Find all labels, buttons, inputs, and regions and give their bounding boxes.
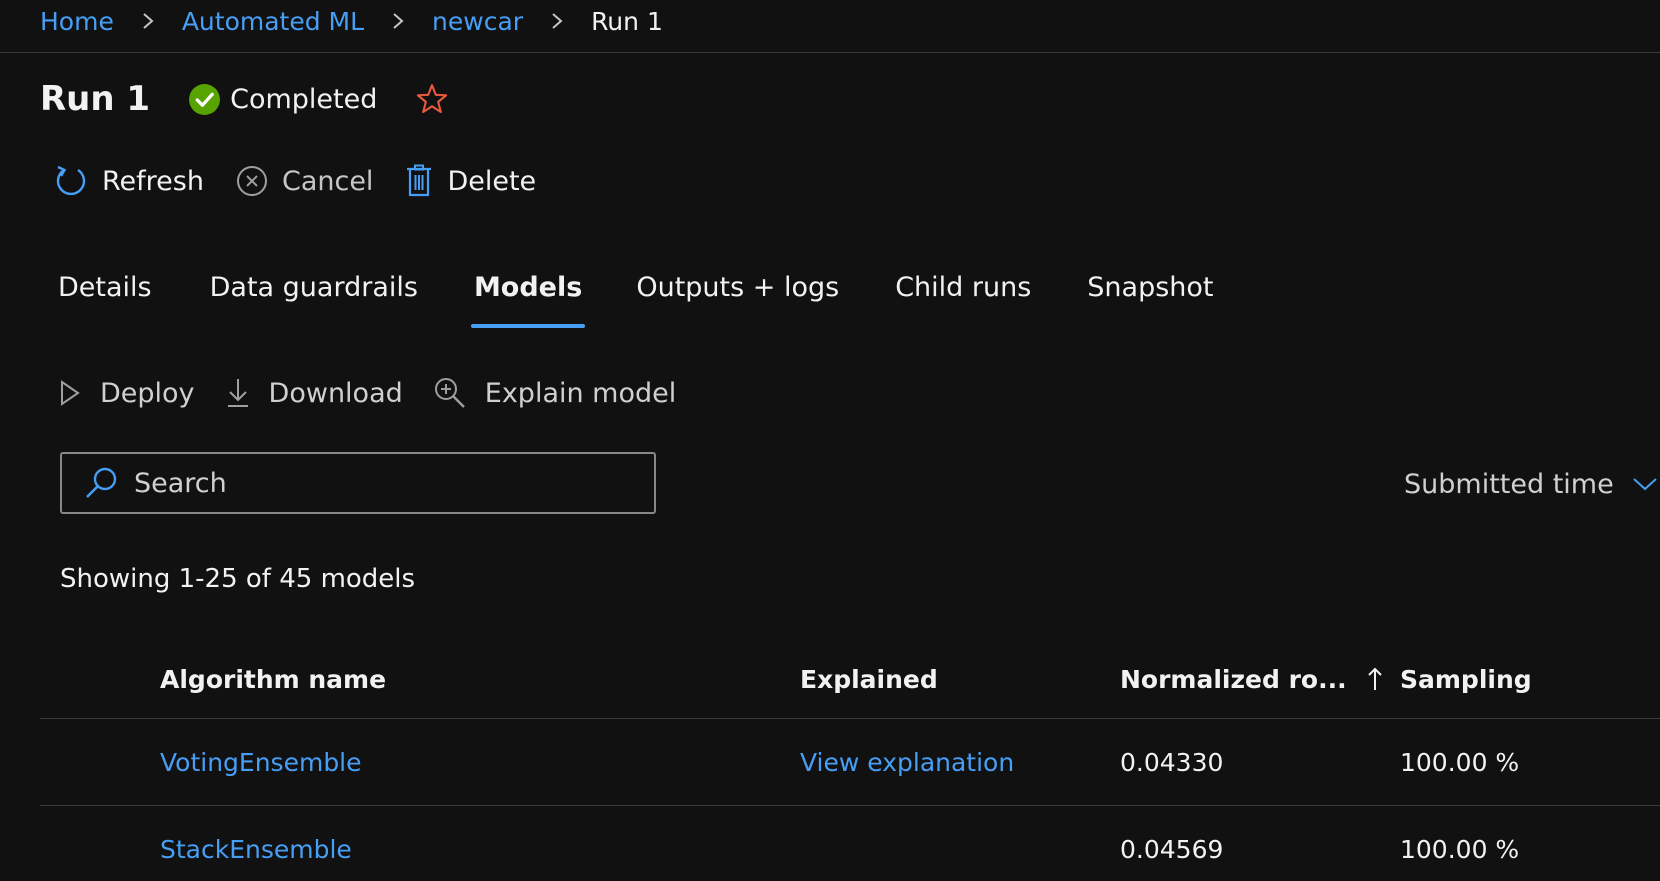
sort-ascending-icon <box>1367 667 1382 690</box>
page-title: Run 1 <box>40 79 151 119</box>
star-icon[interactable] <box>415 82 449 116</box>
sampling-cell: 100.00 % <box>1400 747 1520 777</box>
column-header-score-label: Normalized ro... <box>1120 664 1347 694</box>
explain-model-button[interactable]: Explain model <box>433 376 677 410</box>
sampling-cell: 100.00 % <box>1400 834 1520 864</box>
score-cell: 0.04330 <box>1120 747 1224 777</box>
title-row: Run 1 Completed <box>40 76 449 122</box>
play-icon <box>61 380 80 406</box>
column-header-explained[interactable]: Explained <box>800 665 938 694</box>
tab-child-runs[interactable]: Child runs <box>895 268 1031 334</box>
models-table: Algorithm name Explained Normalized ro..… <box>40 640 1660 881</box>
active-tab-indicator <box>470 324 586 328</box>
chevron-right-icon <box>523 11 591 31</box>
cancel-label: Cancel <box>281 165 374 197</box>
breadcrumb-current: Run 1 <box>591 6 663 36</box>
column-header-algorithm[interactable]: Algorithm name <box>160 665 386 694</box>
zoom-in-icon <box>434 378 465 408</box>
results-summary: Showing 1-25 of 45 models <box>60 564 416 594</box>
table-row[interactable]: StackEnsemble 0.04569 100.00 % <box>40 806 1660 881</box>
chevron-right-icon <box>364 11 432 31</box>
breadcrumb-experiment[interactable]: newcar <box>432 7 523 36</box>
tab-label: Child runs <box>895 272 1032 303</box>
tab-label: Snapshot <box>1087 272 1214 303</box>
delete-button[interactable]: Delete <box>405 164 536 198</box>
status-badge: Completed <box>188 83 377 116</box>
table-row[interactable]: VotingEnsemble View explanation 0.04330 … <box>40 719 1660 806</box>
breadcrumb-automated-ml[interactable]: Automated ML <box>182 7 364 36</box>
view-explanation-link[interactable]: View explanation <box>800 748 1014 777</box>
tab-models[interactable]: Models <box>470 268 586 334</box>
tab-bar: Details Data guardrails Models Outputs +… <box>58 268 1214 330</box>
algorithm-link[interactable]: VotingEnsemble <box>160 748 362 777</box>
column-header-score[interactable]: Normalized ro... <box>1120 665 1383 694</box>
tab-label: Models <box>473 272 583 303</box>
chevron-down-icon <box>1633 478 1657 491</box>
chevron-right-icon <box>114 11 182 31</box>
deploy-label: Deploy <box>100 377 195 409</box>
sort-dropdown-value: Submitted time <box>1404 468 1614 500</box>
delete-label: Delete <box>447 165 537 197</box>
refresh-label: Refresh <box>102 165 204 197</box>
tab-snapshot[interactable]: Snapshot <box>1087 268 1213 334</box>
command-bar: Refresh Cancel Delete <box>54 158 568 204</box>
refresh-button[interactable]: Refresh <box>54 164 204 198</box>
download-icon <box>227 379 248 407</box>
search-box[interactable] <box>60 452 656 514</box>
tab-outputs-logs[interactable]: Outputs + logs <box>636 268 839 334</box>
sort-dropdown[interactable]: Submitted time <box>1404 466 1658 502</box>
tab-data-guardrails[interactable]: Data guardrails <box>210 268 418 334</box>
cancel-circle-icon <box>236 166 267 196</box>
column-header-sampling[interactable]: Sampling <box>1400 665 1532 694</box>
breadcrumb-home[interactable]: Home <box>40 7 114 36</box>
table-header: Algorithm name Explained Normalized ro..… <box>40 640 1660 719</box>
tab-details[interactable]: Details <box>58 268 152 334</box>
search-icon <box>86 467 117 498</box>
status-text: Completed <box>230 83 378 115</box>
tab-label: Details <box>58 272 152 303</box>
tab-label: Data guardrails <box>209 272 418 303</box>
cancel-button[interactable]: Cancel <box>236 165 373 197</box>
score-cell: 0.04569 <box>1120 834 1224 864</box>
search-input[interactable] <box>132 466 616 500</box>
download-button[interactable]: Download <box>225 377 403 409</box>
header-divider <box>0 52 1660 53</box>
trash-icon <box>407 164 432 197</box>
check-circle-icon <box>189 83 221 115</box>
model-command-bar: Deploy Download Explain model <box>58 370 706 416</box>
page: Home Automated ML newcar Run 1 Run 1 Com… <box>0 0 1660 881</box>
download-label: Download <box>268 377 403 409</box>
breadcrumb: Home Automated ML newcar Run 1 <box>40 0 663 42</box>
deploy-button[interactable]: Deploy <box>58 378 195 409</box>
algorithm-link[interactable]: StackEnsemble <box>160 835 352 864</box>
tab-label: Outputs + logs <box>636 272 840 303</box>
explain-model-label: Explain model <box>484 377 677 409</box>
refresh-icon <box>56 165 86 196</box>
